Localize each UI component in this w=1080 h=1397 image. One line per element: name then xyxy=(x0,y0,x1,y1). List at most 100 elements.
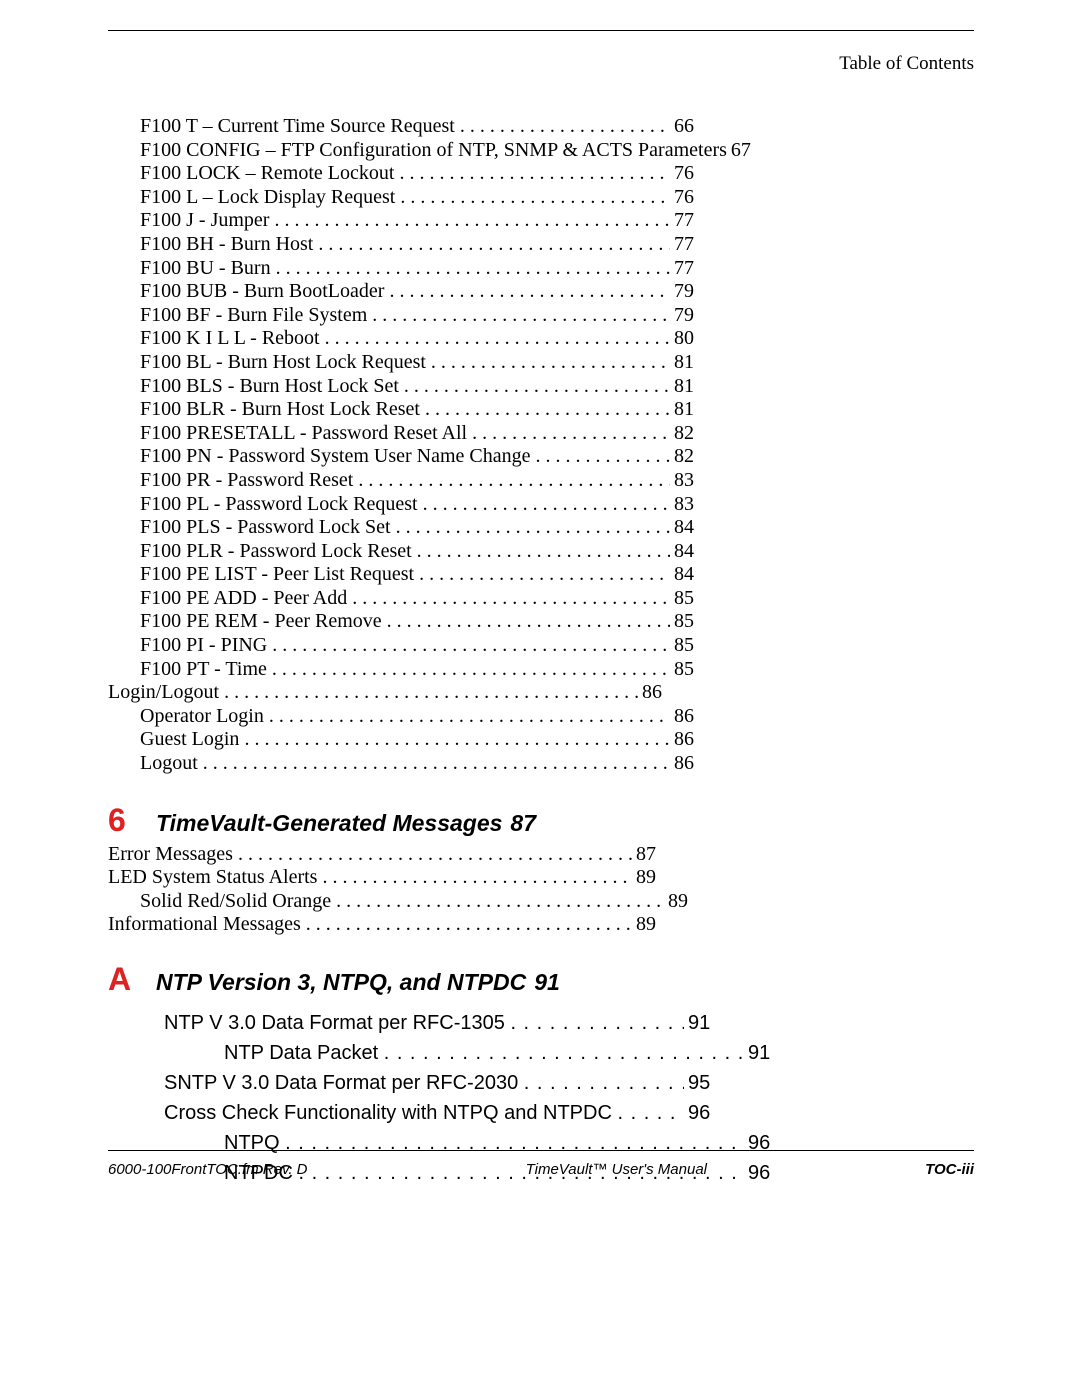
toc-entry[interactable]: F100 PE LIST - Peer List Request 84 xyxy=(108,563,974,587)
toc-leaders xyxy=(431,351,670,375)
toc-leaders xyxy=(399,162,670,186)
toc-entry-page: 76 xyxy=(670,186,694,210)
toc-entry[interactable]: LED System Status Alerts 89 xyxy=(108,866,974,890)
toc-entry[interactable]: Informational Messages 89 xyxy=(108,913,974,937)
toc-entry-title: F100 T – Current Time Source Request xyxy=(140,115,460,139)
toc-entry[interactable]: F100 PR - Password Reset 83 xyxy=(108,469,974,493)
toc-leaders xyxy=(384,1038,744,1068)
toc-entry-page: 83 xyxy=(670,493,694,517)
page-footer: 6000-100FrontTOC.fm Rev. D TimeVault™ Us… xyxy=(108,1150,974,1178)
toc-leaders xyxy=(352,587,670,611)
toc-entry-page: 81 xyxy=(670,375,694,399)
toc-entry-title: F100 PE LIST - Peer List Request xyxy=(140,563,419,587)
toc-entry[interactable]: Login/Logout 86 xyxy=(108,681,974,705)
appendix-page: 91 xyxy=(534,969,560,996)
toc-entry-title: F100 L – Lock Display Request xyxy=(140,186,400,210)
toc-leaders xyxy=(224,681,638,705)
toc-leaders xyxy=(244,728,670,752)
toc-entry-title: F100 PN - Password System User Name Chan… xyxy=(140,445,536,469)
toc-entry-title: F100 K I L L - Reboot xyxy=(140,327,325,351)
toc-leaders xyxy=(272,634,670,658)
toc-entry[interactable]: Solid Red/Solid Orange 89 xyxy=(108,890,974,914)
toc-leaders xyxy=(336,890,664,914)
chapter-6-heading: 6 TimeVault-Generated Messages 87 xyxy=(108,802,974,839)
toc-entry-page: 77 xyxy=(670,233,694,257)
toc-entry-title: F100 J - Jumper xyxy=(140,209,274,233)
toc-entry[interactable]: NTP V 3.0 Data Format per RFC-1305 91 xyxy=(108,1008,974,1038)
toc-entry-title: F100 PLS - Password Lock Set xyxy=(140,516,396,540)
toc-entry[interactable]: F100 PLR - Password Lock Reset 84 xyxy=(108,540,974,564)
toc-entry-page: 85 xyxy=(670,658,694,682)
toc-entry-title: F100 LOCK – Remote Lockout xyxy=(140,162,399,186)
header-label: Table of Contents xyxy=(108,53,974,75)
toc-entry-title: F100 PRESETALL - Password Reset All xyxy=(140,422,472,446)
toc-entry[interactable]: F100 BU - Burn 77 xyxy=(108,257,974,281)
toc-entry[interactable]: F100 L – Lock Display Request 76 xyxy=(108,186,974,210)
toc-entry[interactable]: F100 PE ADD - Peer Add 85 xyxy=(108,587,974,611)
toc-entry-page: 86 xyxy=(670,705,694,729)
toc-entry-page: 84 xyxy=(670,540,694,564)
toc-leaders xyxy=(318,233,670,257)
toc-entry[interactable]: F100 BUB - Burn BootLoader 79 xyxy=(108,280,974,304)
toc-entry[interactable]: Operator Login 86 xyxy=(108,705,974,729)
toc-entry[interactable]: F100 T – Current Time Source Request 66 xyxy=(108,115,974,139)
toc-entry[interactable]: Logout 86 xyxy=(108,752,974,776)
toc-entry[interactable]: F100 J - Jumper 77 xyxy=(108,209,974,233)
toc-entry-title: F100 PL - Password Lock Request xyxy=(140,493,423,517)
toc-entry[interactable]: Error Messages 87 xyxy=(108,843,974,867)
toc-entry-title: F100 CONFIG – FTP Configuration of NTP, … xyxy=(140,139,727,163)
toc-entry-title: Logout xyxy=(140,752,203,776)
toc-entry-title: F100 PI - PING xyxy=(140,634,272,658)
toc-entry-page: 82 xyxy=(670,422,694,446)
toc-leaders xyxy=(472,422,670,446)
toc-entry-page: 81 xyxy=(670,398,694,422)
appendix-a-heading: A NTP Version 3, NTPQ, and NTPDC 91 xyxy=(108,961,974,998)
toc-entry[interactable]: F100 BLS - Burn Host Lock Set 81 xyxy=(108,375,974,399)
toc-entry-page: 80 xyxy=(670,327,694,351)
toc-entry[interactable]: F100 BLR - Burn Host Lock Reset 81 xyxy=(108,398,974,422)
toc-entry[interactable]: Cross Check Functionality with NTPQ and … xyxy=(108,1098,974,1128)
toc-chapter-6: Error Messages 87LED System Status Alert… xyxy=(108,843,974,937)
toc-entry[interactable]: F100 PL - Password Lock Request 83 xyxy=(108,493,974,517)
toc-leaders xyxy=(389,280,670,304)
toc-entry-title: Guest Login xyxy=(140,728,244,752)
toc-entry[interactable]: SNTP V 3.0 Data Format per RFC-2030 95 xyxy=(108,1068,974,1098)
toc-entry-title: F100 BU - Burn xyxy=(140,257,276,281)
toc-entry[interactable]: F100 PI - PING 85 xyxy=(108,634,974,658)
toc-leaders xyxy=(536,445,670,469)
toc-entry-page: 77 xyxy=(670,209,694,233)
toc-leaders xyxy=(358,469,670,493)
toc-entry[interactable]: F100 LOCK – Remote Lockout 76 xyxy=(108,162,974,186)
toc-entry[interactable]: F100 CONFIG – FTP Configuration of NTP, … xyxy=(108,139,974,163)
toc-leaders xyxy=(524,1068,684,1098)
toc-entry[interactable]: F100 PRESETALL - Password Reset All 82 xyxy=(108,422,974,446)
toc-leaders xyxy=(510,1008,684,1038)
toc-leaders xyxy=(419,563,670,587)
toc-entry-page: 79 xyxy=(670,280,694,304)
toc-entry[interactable]: NTP Data Packet 91 xyxy=(108,1038,974,1068)
toc-entry-title: Informational Messages xyxy=(108,913,306,937)
toc-entry-title: Login/Logout xyxy=(108,681,224,705)
toc-leaders xyxy=(274,209,670,233)
toc-entry-title: NTP V 3.0 Data Format per RFC-1305 xyxy=(164,1008,510,1038)
toc-entry-title: F100 BUB - Burn BootLoader xyxy=(140,280,389,304)
toc-entry-title: F100 BLS - Burn Host Lock Set xyxy=(140,375,404,399)
toc-entry-page: 79 xyxy=(670,304,694,328)
toc-leaders xyxy=(460,115,670,139)
toc-entry[interactable]: F100 PE REM - Peer Remove 85 xyxy=(108,610,974,634)
toc-entry[interactable]: F100 PT - Time 85 xyxy=(108,658,974,682)
toc-entry[interactable]: F100 BF - Burn File System 79 xyxy=(108,304,974,328)
toc-entry-page: 85 xyxy=(670,634,694,658)
toc-entry[interactable]: Guest Login 86 xyxy=(108,728,974,752)
toc-leaders xyxy=(322,866,632,890)
toc-entry[interactable]: F100 PN - Password System User Name Chan… xyxy=(108,445,974,469)
toc-entry[interactable]: F100 BL - Burn Host Lock Request 81 xyxy=(108,351,974,375)
toc-leaders xyxy=(425,398,670,422)
toc-main: F100 T – Current Time Source Request 66F… xyxy=(108,115,974,776)
toc-entry[interactable]: F100 BH - Burn Host 77 xyxy=(108,233,974,257)
toc-leaders xyxy=(306,913,632,937)
toc-entry[interactable]: F100 K I L L - Reboot 80 xyxy=(108,327,974,351)
toc-entry-title: Operator Login xyxy=(140,705,269,729)
toc-entry-page: 96 xyxy=(684,1098,710,1128)
toc-entry[interactable]: F100 PLS - Password Lock Set 84 xyxy=(108,516,974,540)
